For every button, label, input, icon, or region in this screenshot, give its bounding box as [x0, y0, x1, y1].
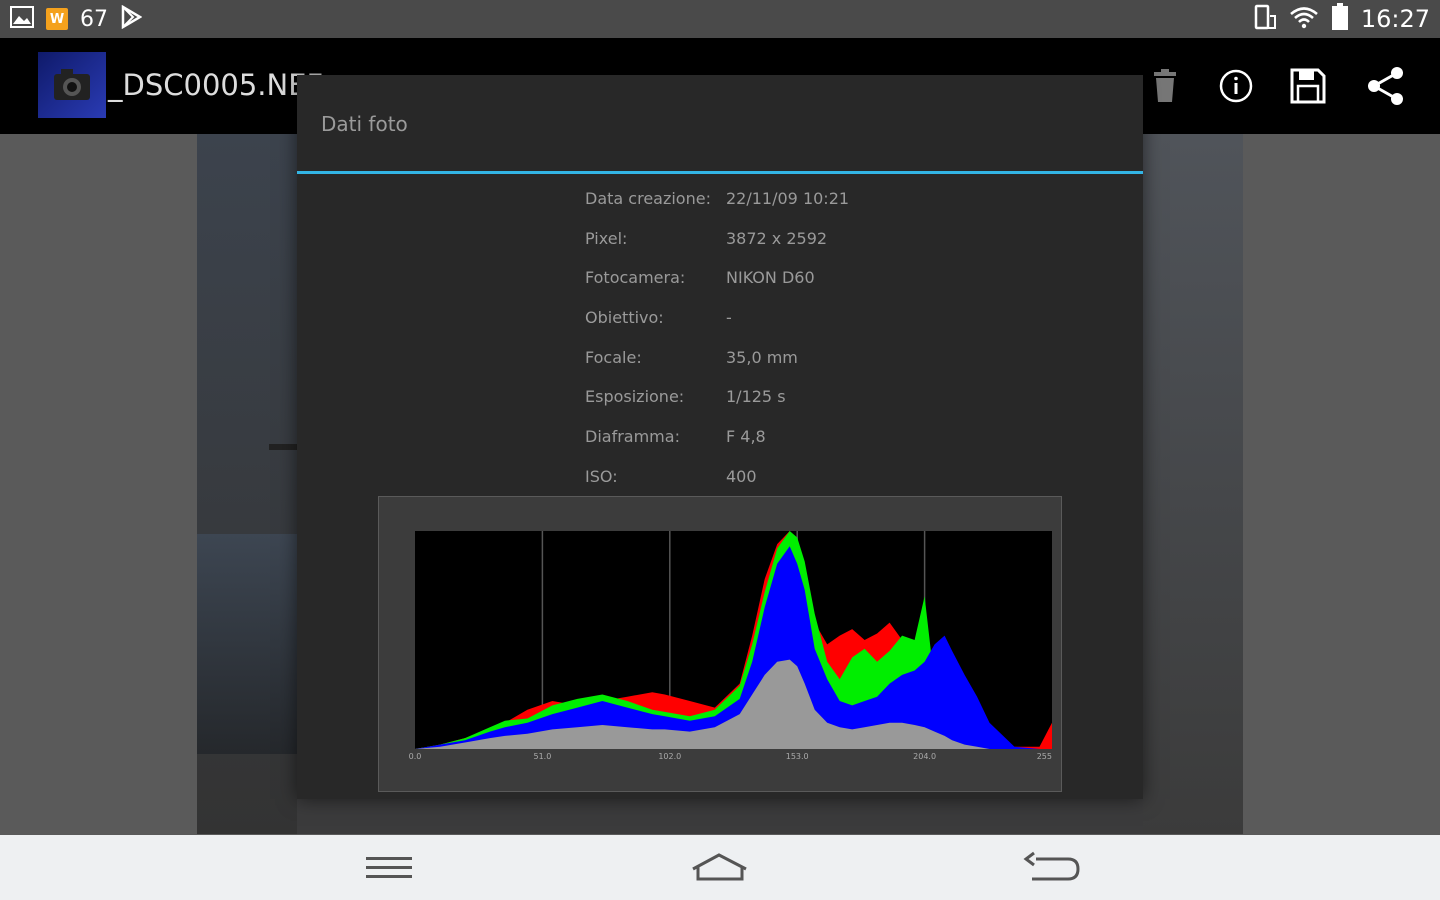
share-icon[interactable]: [1364, 64, 1408, 108]
histogram-chart: 0.0 51.0 102.0 153.0 204.0 255: [409, 531, 1052, 761]
info-label: ISO:: [585, 466, 618, 486]
gallery-notification-icon: [10, 5, 34, 33]
info-value: 35,0 mm: [726, 347, 798, 367]
back-icon[interactable]: [1022, 845, 1082, 891]
notification-count: 67: [80, 6, 108, 32]
photo-building-right: [1143, 134, 1243, 834]
play-store-icon: [120, 4, 143, 33]
battery-icon: [1331, 3, 1349, 35]
info-label: Diaframma:: [585, 427, 680, 447]
navigation-bar: [0, 835, 1440, 900]
dialog-title: Dati foto: [321, 112, 408, 136]
home-icon[interactable]: [690, 845, 750, 891]
info-icon[interactable]: [1214, 64, 1258, 108]
phone-rotation-icon: [1251, 4, 1277, 34]
camera-icon: [54, 69, 90, 100]
info-label: Esposizione:: [585, 387, 685, 407]
file-title: _DSC0005.NEF: [108, 68, 324, 102]
info-value: NIKON D60: [726, 268, 815, 288]
x-tick-label: 102.0: [658, 752, 681, 761]
app-icon[interactable]: [38, 52, 106, 118]
histogram-panel: 0.0 51.0 102.0 153.0 204.0 255: [378, 496, 1062, 792]
photo-info-dialog: Dati foto Data creazione: 22/11/09 10:21 P…: [297, 75, 1143, 799]
info-value: 3872 x 2592: [726, 228, 828, 248]
info-value: 22/11/09 10:21: [726, 189, 850, 208]
title-divider: [297, 171, 1143, 174]
info-label: Pixel:: [585, 228, 628, 248]
status-bar: W 67 16:27: [0, 0, 1440, 38]
info-label: Fotocamera:: [585, 268, 686, 288]
info-value: 400: [726, 466, 757, 486]
x-tick-label: 153.0: [786, 752, 809, 761]
menu-icon[interactable]: [358, 845, 418, 891]
wifi-icon: [1289, 5, 1319, 33]
w-app-icon: W: [46, 8, 68, 30]
info-label: Data creazione:: [585, 189, 711, 208]
info-label: Focale:: [585, 347, 642, 367]
photo-sea: [197, 534, 297, 754]
info-value: F 4,8: [726, 427, 766, 447]
info-value: -: [726, 308, 732, 328]
x-tick-label: 255: [1037, 752, 1052, 761]
photo-lamp-post: [269, 444, 297, 450]
x-tick-label: 0.0: [409, 752, 422, 761]
x-tick-label: 51.0: [533, 752, 551, 761]
x-tick-label: 204.0: [913, 752, 936, 761]
delete-icon[interactable]: [1143, 64, 1187, 108]
info-value: 1/125 s: [726, 387, 786, 407]
info-label: Obiettivo:: [585, 308, 664, 328]
save-icon[interactable]: [1286, 64, 1330, 108]
clock: 16:27: [1360, 5, 1430, 33]
